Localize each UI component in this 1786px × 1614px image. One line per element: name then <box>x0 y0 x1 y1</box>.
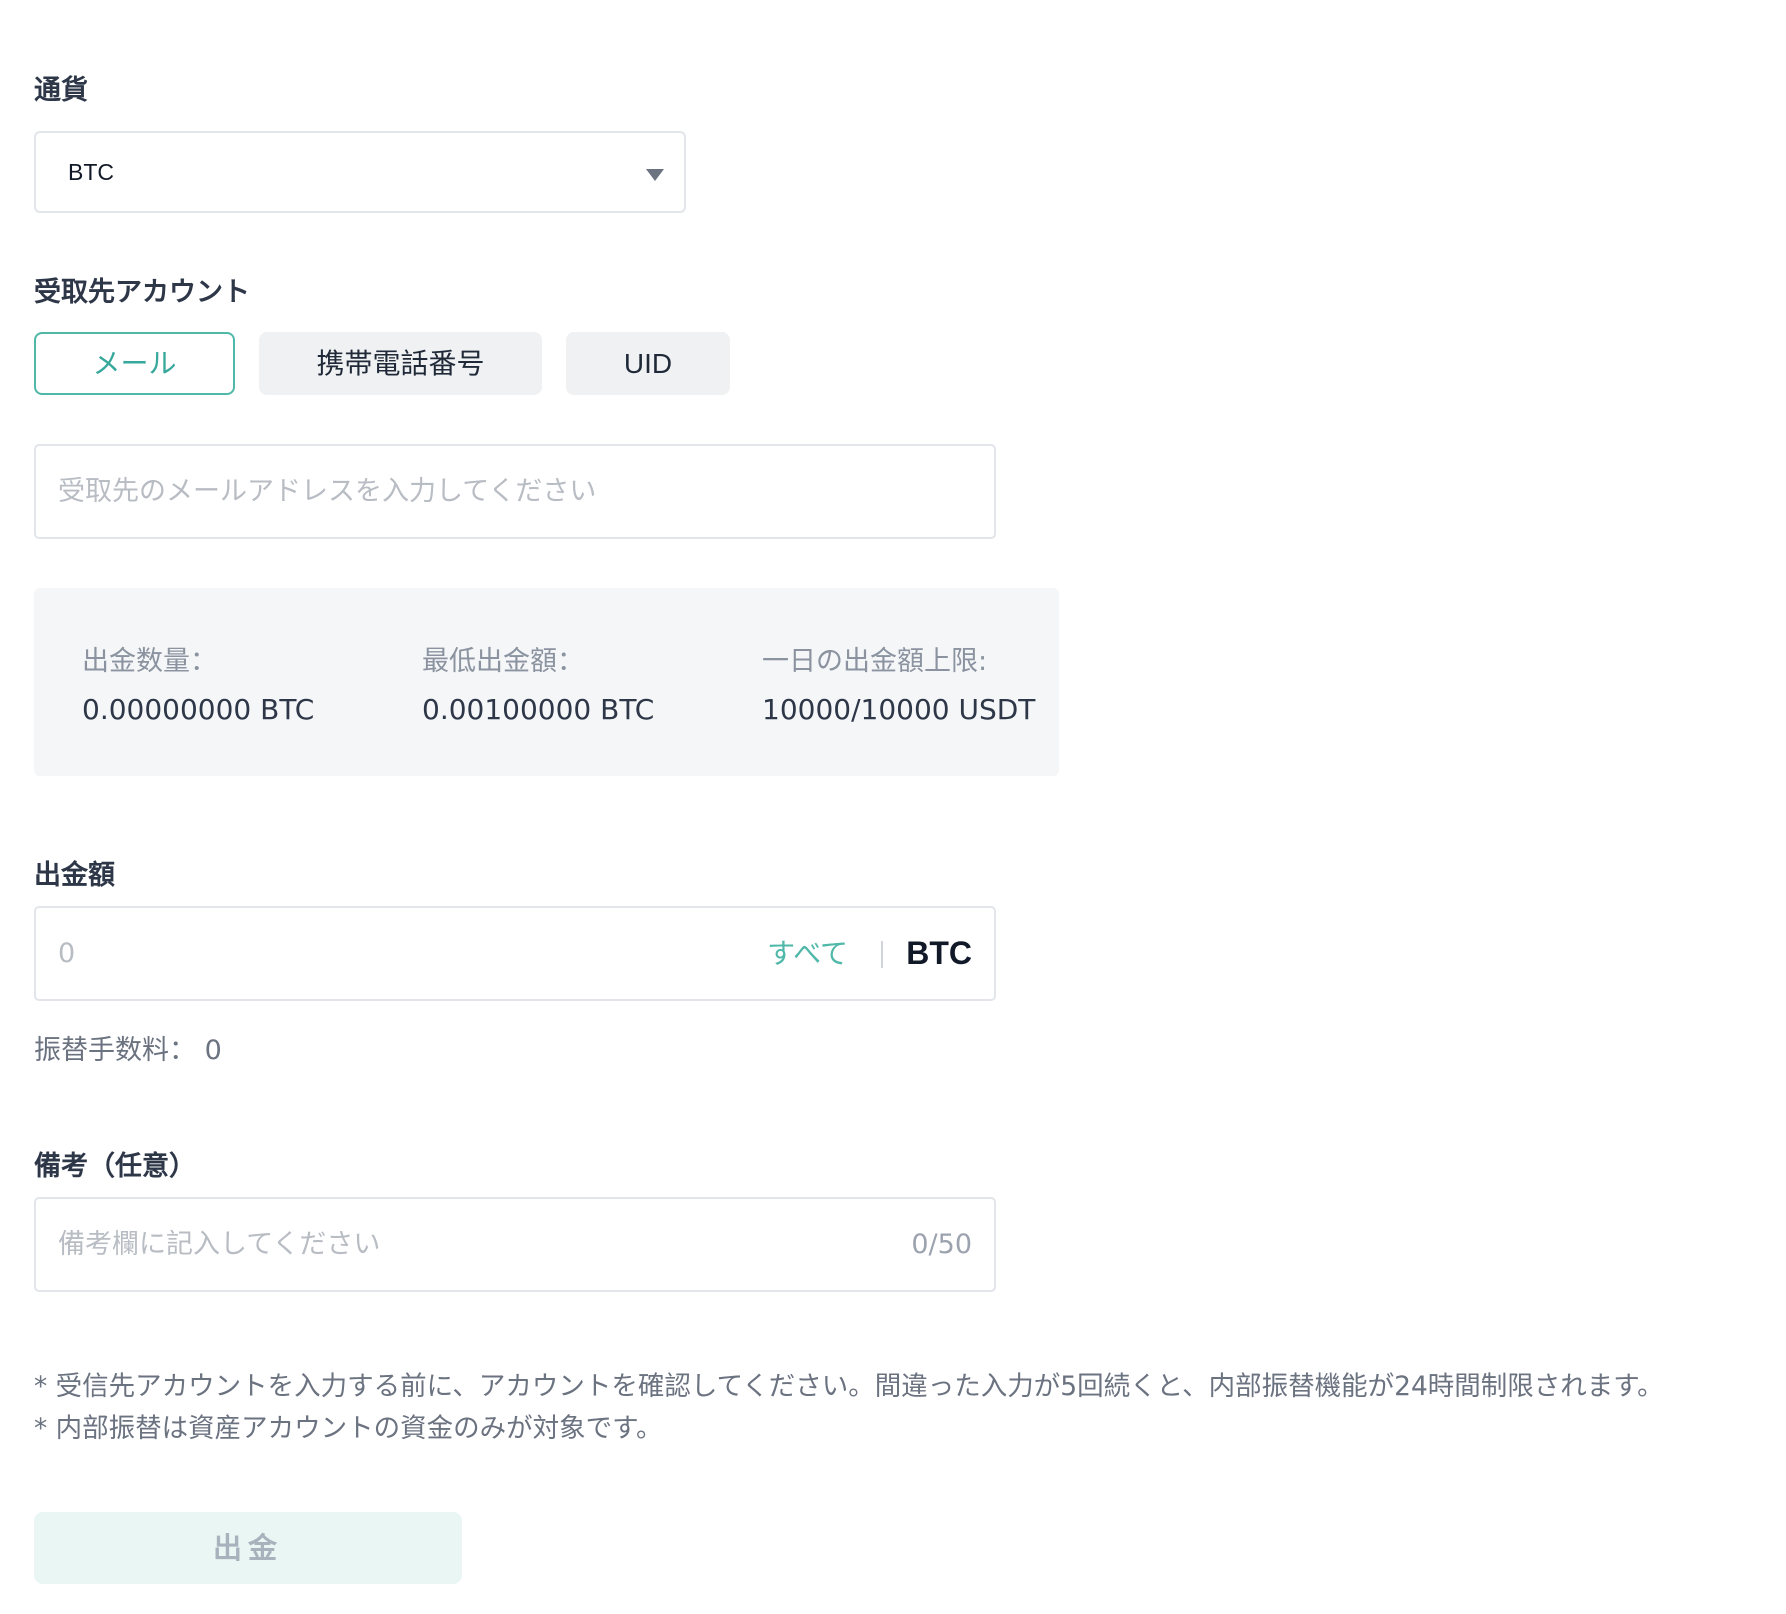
memo-input[interactable] <box>58 1199 858 1290</box>
currency-selected-value: BTC <box>68 159 114 185</box>
amount-unit: BTC <box>906 935 972 971</box>
currency-label: 通貨 <box>34 75 88 106</box>
daily-limit-value: 10000/10000 USDT <box>762 693 1036 726</box>
currency-select[interactable]: BTC <box>34 131 686 213</box>
amount-label: 出金額 <box>34 860 115 891</box>
recipient-email-input[interactable] <box>58 446 958 537</box>
withdraw-button[interactable]: 出金 <box>34 1512 462 1584</box>
tab-uid[interactable]: UID <box>566 332 730 395</box>
amount-input[interactable] <box>58 908 758 999</box>
transfer-fee: 振替手数料： 0 <box>34 1035 222 1066</box>
withdraw-qty-value: 0.00000000 BTC <box>82 693 315 726</box>
daily-limit-label: 一日の出金額上限: <box>762 646 988 677</box>
recipient-label: 受取先アカウント <box>34 277 250 308</box>
field-divider <box>881 941 883 968</box>
caret-down-icon <box>646 169 664 181</box>
max-all-button[interactable]: すべて <box>767 908 848 999</box>
note-line: * 受信先アカウントを入力する前に、アカウントを確認してください。間違った入力が… <box>34 1371 1664 1402</box>
memo-label: 備考（任意） <box>34 1151 196 1182</box>
tab-email[interactable]: メール <box>34 332 235 395</box>
tab-phone[interactable]: 携帯電話番号 <box>259 332 542 395</box>
recipient-email-field[interactable] <box>34 444 996 539</box>
note-line: * 内部振替は資産アカウントの資金のみが対象です。 <box>34 1413 663 1444</box>
memo-char-counter: 0/50 <box>911 1229 972 1260</box>
withdraw-qty-label: 出金数量： <box>82 646 217 677</box>
min-withdraw-value: 0.00100000 BTC <box>422 693 655 726</box>
memo-field[interactable]: 0/50 <box>34 1197 996 1292</box>
notes: * 受信先アカウントを入力する前に、アカウントを確認してください。間違った入力が… <box>34 1366 1664 1450</box>
withdraw-info-panel: 出金数量： 0.00000000 BTC 最低出金額： 0.00100000 B… <box>34 588 1059 776</box>
min-withdraw-label: 最低出金額： <box>422 646 584 677</box>
amount-field[interactable]: すべて BTC <box>34 906 996 1001</box>
